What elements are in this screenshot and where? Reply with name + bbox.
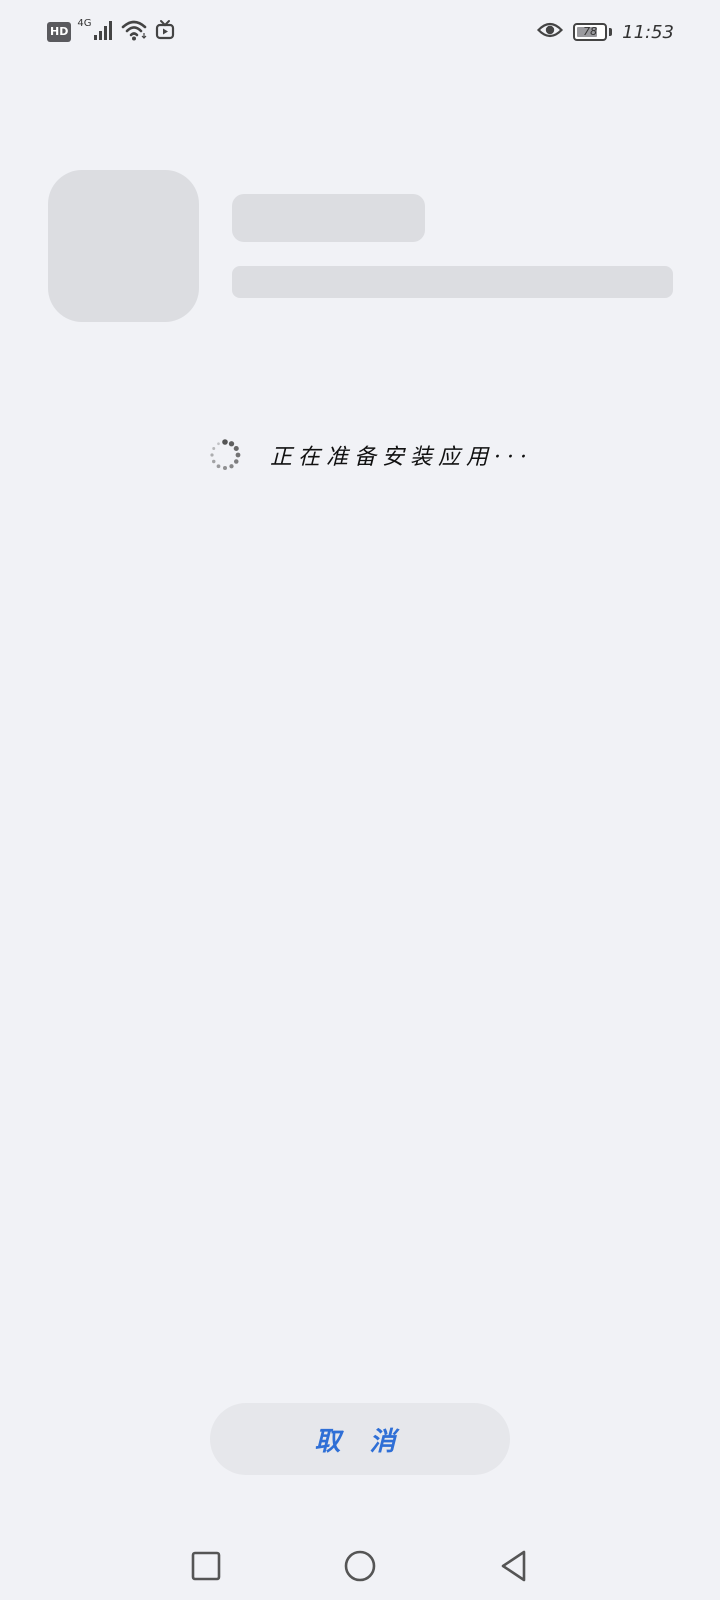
status-bar: HD 4G 78 11:53 bbox=[0, 0, 720, 64]
spinner-dot bbox=[223, 466, 227, 470]
navigation-bar bbox=[0, 1530, 720, 1600]
spinner-dot bbox=[212, 447, 216, 450]
recents-square-icon bbox=[191, 1551, 221, 1581]
recents-button[interactable] bbox=[184, 1544, 228, 1588]
app-name-placeholder bbox=[232, 194, 425, 242]
app-info-placeholder bbox=[232, 266, 673, 298]
status-bar-left: HD 4G bbox=[47, 18, 175, 45]
loading-spinner-icon bbox=[208, 438, 242, 472]
battery-icon: 78 bbox=[573, 23, 608, 41]
cancel-button-label: 取 消 bbox=[314, 1426, 406, 1457]
clock: 11:53 bbox=[622, 21, 674, 43]
battery-nub bbox=[609, 28, 613, 36]
install-progress: 正在准备安装应用··· bbox=[208, 435, 533, 475]
wifi-icon bbox=[121, 19, 149, 45]
spinner-dot bbox=[217, 442, 220, 446]
back-button[interactable] bbox=[492, 1544, 536, 1588]
spinner-dot bbox=[235, 452, 241, 458]
spinner-dot bbox=[229, 464, 234, 469]
home-circle-icon bbox=[344, 1550, 376, 1582]
spinner-dot bbox=[222, 439, 228, 445]
battery-level-text: 78 bbox=[583, 25, 598, 38]
status-bar-right: 78 11:53 bbox=[537, 18, 674, 46]
spinner-dot bbox=[216, 464, 221, 469]
spinner-dot bbox=[228, 441, 235, 447]
app-icon-placeholder bbox=[48, 170, 199, 322]
network-type-label: 4G bbox=[77, 18, 92, 29]
spinner-dot bbox=[233, 459, 239, 464]
spinner-dot bbox=[212, 459, 216, 464]
tv-icon bbox=[155, 19, 175, 45]
spinner-dot bbox=[233, 445, 239, 452]
eye-icon bbox=[537, 20, 564, 44]
cancel-button[interactable]: 取 消 bbox=[210, 1403, 510, 1475]
cellular-signal-icon bbox=[93, 19, 115, 45]
back-triangle-icon bbox=[501, 1550, 526, 1582]
hd-icon: HD bbox=[47, 22, 72, 42]
home-button[interactable] bbox=[338, 1544, 382, 1588]
spinner-dot bbox=[210, 453, 214, 457]
install-status-text: 正在准备安装应用··· bbox=[270, 445, 533, 470]
